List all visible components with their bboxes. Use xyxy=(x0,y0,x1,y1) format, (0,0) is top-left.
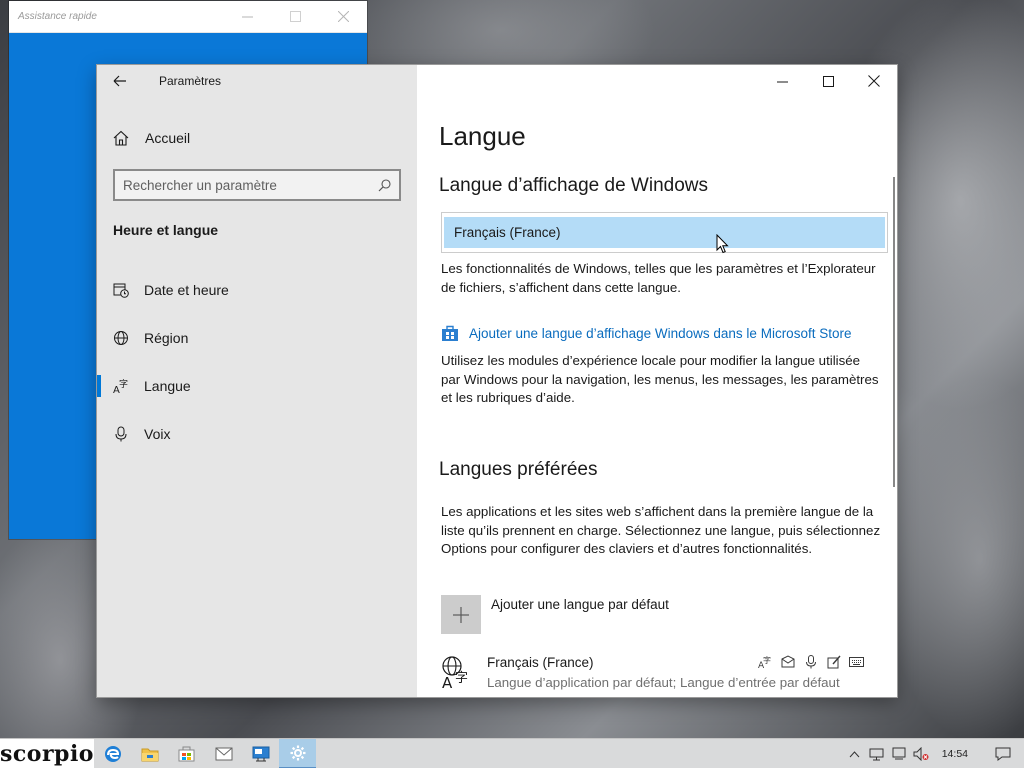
store-link-label[interactable]: Ajouter une langue d’affichage Windows d… xyxy=(469,326,851,341)
search-input[interactable] xyxy=(123,177,378,193)
display-language-description: Les fonctionnalités de Windows, telles q… xyxy=(441,261,876,295)
home-label: Accueil xyxy=(145,130,191,146)
sidebar-item-voice[interactable]: Voix xyxy=(97,410,417,458)
store-link[interactable]: Ajouter une langue d’affichage Windows d… xyxy=(441,324,851,342)
add-language-button[interactable]: Ajouter une langue par défaut xyxy=(441,595,669,634)
preferred-languages-description: Les applications et les sites web s’affi… xyxy=(441,504,881,556)
add-language-label: Ajouter une langue par défaut xyxy=(491,597,669,612)
sidebar-item-label: Voix xyxy=(144,426,171,442)
close-icon[interactable] xyxy=(319,1,367,33)
settings-taskbar-icon[interactable] xyxy=(279,738,316,768)
search-icon[interactable] xyxy=(378,178,391,192)
volume-muted-icon[interactable] xyxy=(910,739,932,768)
store-icon[interactable] xyxy=(168,739,205,768)
preferred-languages-heading: Langues préférées xyxy=(439,459,598,480)
display-language-heading: Langue d’affichage de Windows xyxy=(439,175,709,196)
section-title: Heure et langue xyxy=(113,222,219,238)
sidebar-item-language[interactable]: A字 Langue xyxy=(97,362,417,410)
settings-window[interactable]: Paramètres Accueil Heure et langue Date … xyxy=(97,65,897,697)
mail-icon[interactable] xyxy=(205,739,242,768)
maximize-icon[interactable] xyxy=(271,1,319,33)
microphone-feature-icon xyxy=(802,655,819,669)
close-icon xyxy=(868,75,880,87)
edge-browser-icon[interactable] xyxy=(94,739,131,768)
maximize-icon xyxy=(822,75,834,87)
plus-icon xyxy=(441,595,481,634)
settings-content: Langue Langue d’affichage de Windows Fra… xyxy=(417,65,897,697)
microphone-icon xyxy=(113,426,129,442)
system-tray: 14:54 xyxy=(844,739,1024,768)
quick-assist-titlebar[interactable]: Assistance rapide xyxy=(9,1,367,33)
scrollbar[interactable] xyxy=(893,177,895,487)
keyboard-feature-icon xyxy=(848,655,865,669)
page-title: Langue xyxy=(439,121,526,151)
network-icon[interactable] xyxy=(866,739,888,768)
mouse-cursor-icon xyxy=(716,234,729,254)
taskbar: scorpio 14:54 xyxy=(0,738,1024,768)
sidebar-nav: Date et heure Région A字 Langue Voix xyxy=(97,266,417,458)
titlebar-left: Paramètres xyxy=(97,65,417,97)
store-description: Utilisez les modules d’expérience locale… xyxy=(441,353,879,405)
home-icon xyxy=(113,130,129,146)
sidebar-item-date-time[interactable]: Date et heure xyxy=(97,266,417,314)
close-button[interactable] xyxy=(851,65,897,97)
sidebar-item-label: Région xyxy=(144,330,189,346)
display-language-dropdown[interactable]: Français (France) xyxy=(441,212,888,253)
file-explorer-icon[interactable] xyxy=(131,739,168,768)
language-icon: A字 xyxy=(113,378,129,394)
remote-connection-icon[interactable] xyxy=(888,739,910,768)
start-label[interactable]: scorpio xyxy=(0,738,94,768)
language-subtitle: Langue d’application par défaut; Langue … xyxy=(487,675,840,690)
sidebar-item-label: Langue xyxy=(144,378,191,394)
clock-calendar-icon xyxy=(113,282,129,298)
sidebar-item-home[interactable]: Accueil xyxy=(113,125,190,151)
svg-text:字: 字 xyxy=(119,378,128,390)
quick-assist-taskbar-icon[interactable] xyxy=(242,739,279,768)
svg-text:A: A xyxy=(442,674,453,689)
sidebar-item-label: Date et heure xyxy=(144,282,229,298)
store-bag-icon xyxy=(442,325,458,341)
settings-sidebar: Paramètres Accueil Heure et langue Date … xyxy=(97,65,417,697)
language-list-item[interactable]: A字 Français (France) Langue d’applicatio… xyxy=(441,655,871,697)
svg-text:字: 字 xyxy=(455,671,468,686)
speech-feature-icon xyxy=(779,655,796,669)
region-globe-icon xyxy=(113,330,129,346)
maximize-button[interactable] xyxy=(805,65,851,97)
window-controls xyxy=(759,65,897,97)
display-language-feature-icon: A字 xyxy=(756,655,773,669)
search-box[interactable] xyxy=(113,169,401,201)
action-center-icon[interactable] xyxy=(982,739,1024,768)
clock[interactable]: 14:54 xyxy=(942,748,968,760)
svg-text:字: 字 xyxy=(763,655,771,665)
language-features: A字 xyxy=(756,655,865,669)
app-title: Paramètres xyxy=(159,74,222,88)
sidebar-item-region[interactable]: Région xyxy=(97,314,417,362)
quick-assist-title: Assistance rapide xyxy=(18,11,97,22)
chevron-up-icon[interactable] xyxy=(844,739,866,768)
language-globe-icon: A字 xyxy=(441,655,475,692)
language-name: Français (France) xyxy=(487,655,594,670)
minimize-icon[interactable] xyxy=(223,1,271,33)
minimize-icon xyxy=(776,81,788,82)
dropdown-option-selected[interactable]: Français (France) xyxy=(444,217,885,248)
minimize-button[interactable] xyxy=(759,65,805,97)
handwriting-feature-icon xyxy=(825,655,842,669)
back-arrow-icon xyxy=(113,75,126,87)
back-button[interactable] xyxy=(97,65,143,97)
